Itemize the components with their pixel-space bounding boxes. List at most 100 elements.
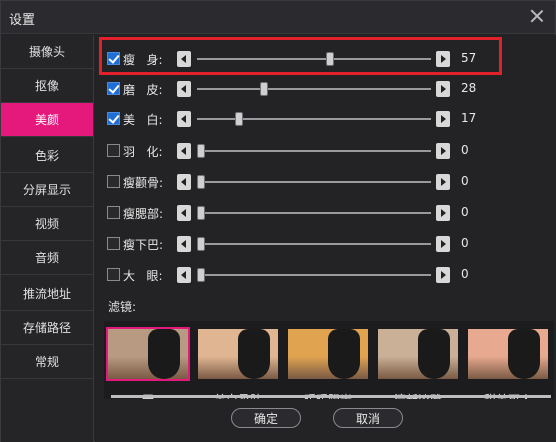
filter-preview-image bbox=[148, 329, 180, 379]
close-icon[interactable] bbox=[529, 8, 545, 24]
sidebar-item-audio[interactable]: 音频 bbox=[1, 241, 93, 275]
sidebar-item-label: 推流地址 bbox=[22, 287, 71, 301]
slider-decrease-arrow-icon[interactable] bbox=[177, 236, 191, 252]
sidebar-item-label: 视频 bbox=[34, 217, 59, 231]
slider-thumb[interactable] bbox=[235, 112, 244, 126]
filter-item[interactable]: 甜美可人 bbox=[468, 329, 548, 399]
slider-thumb[interactable] bbox=[197, 206, 205, 220]
slider-thumb[interactable] bbox=[197, 175, 205, 189]
slider-decrease-arrow-icon[interactable] bbox=[177, 81, 191, 97]
slider-increase-arrow-icon[interactable] bbox=[436, 267, 450, 283]
slider-row: 瘦下巴: 0 bbox=[107, 234, 547, 254]
slider-value: 0 bbox=[461, 143, 469, 157]
slim-jaw-checkbox[interactable] bbox=[107, 206, 120, 219]
slider-thumb[interactable] bbox=[197, 237, 205, 251]
sidebar-item-video[interactable]: 视频 bbox=[1, 207, 93, 241]
slider-track[interactable] bbox=[197, 212, 431, 214]
sidebar-item-label: 分屏显示 bbox=[22, 183, 71, 197]
cancel-button[interactable]: 取消 bbox=[333, 408, 403, 428]
slider-increase-arrow-icon[interactable] bbox=[436, 111, 450, 127]
slider-row: 瘦颧骨: 0 bbox=[107, 172, 547, 192]
slider-increase-arrow-icon[interactable] bbox=[436, 174, 450, 190]
sidebar-item-beauty[interactable]: 美颜 bbox=[1, 103, 93, 137]
slider-track[interactable] bbox=[197, 150, 431, 152]
slider-value: 0 bbox=[461, 267, 469, 281]
sidebar-item-keying[interactable]: 抠像 bbox=[1, 69, 93, 103]
sidebar-item-storage-path[interactable]: 存储路径 bbox=[1, 311, 93, 345]
sidebar-item-label: 摄像头 bbox=[28, 45, 65, 59]
slider-value: 0 bbox=[461, 174, 469, 188]
filter-thumbnail bbox=[468, 329, 548, 379]
settings-dialog: 设置 摄像头 抠像 美颜 色彩 分屏显示 视频 音频 推流地址 存储路径 常规 … bbox=[0, 0, 556, 442]
slider-thumb[interactable] bbox=[197, 268, 205, 282]
sidebar-item-label: 存储路径 bbox=[22, 321, 71, 335]
slider-increase-arrow-icon[interactable] bbox=[436, 81, 450, 97]
window-title: 设置 bbox=[9, 13, 36, 28]
filter-thumbnail bbox=[108, 329, 188, 379]
slider-row: 羽 化: 0 bbox=[107, 141, 547, 161]
filter-preview-image bbox=[508, 329, 540, 379]
feather-checkbox[interactable] bbox=[107, 144, 120, 157]
slider-label: 磨 皮: bbox=[123, 83, 163, 97]
filter-thumbnail bbox=[198, 329, 278, 379]
filter-thumbnail bbox=[288, 329, 368, 379]
slider-row: 大 眼: 0 bbox=[107, 265, 547, 285]
slider-track[interactable] bbox=[197, 274, 431, 276]
sidebar: 摄像头 抠像 美颜 色彩 分屏显示 视频 音频 推流地址 存储路径 常规 bbox=[1, 35, 94, 442]
slider-increase-arrow-icon[interactable] bbox=[436, 205, 450, 221]
slider-decrease-arrow-icon[interactable] bbox=[177, 143, 191, 159]
slider-increase-arrow-icon[interactable] bbox=[436, 143, 450, 159]
sidebar-item-split-screen[interactable]: 分屏显示 bbox=[1, 173, 93, 207]
sidebar-item-stream-url[interactable]: 推流地址 bbox=[1, 277, 93, 311]
sidebar-item-label: 抠像 bbox=[34, 79, 59, 93]
sidebar-item-label: 常规 bbox=[34, 355, 59, 369]
slider-decrease-arrow-icon[interactable] bbox=[177, 205, 191, 221]
slim-cheekbone-checkbox[interactable] bbox=[107, 175, 120, 188]
slider-track[interactable] bbox=[197, 88, 431, 90]
filter-item[interactable]: 无 bbox=[106, 327, 190, 399]
slider-track[interactable] bbox=[197, 118, 431, 120]
slim-chin-checkbox[interactable] bbox=[107, 237, 120, 250]
slider-label: 瘦腮部: bbox=[123, 207, 164, 221]
filter-item[interactable]: 美白柔肤 bbox=[198, 329, 278, 399]
title-bar: 设置 bbox=[1, 1, 555, 34]
filter-item[interactable]: 暖暖阳光 bbox=[288, 329, 368, 399]
sidebar-item-label: 色彩 bbox=[34, 149, 59, 163]
slider-track[interactable] bbox=[197, 181, 431, 183]
filter-item[interactable]: 清新淡雅 bbox=[378, 329, 458, 399]
filters-label: 滤镜: bbox=[108, 300, 137, 314]
annotation-highlight-box bbox=[99, 37, 502, 75]
big-eyes-checkbox[interactable] bbox=[107, 268, 120, 281]
slider-row: 磨 皮: 28 bbox=[107, 79, 547, 99]
slider-decrease-arrow-icon[interactable] bbox=[177, 174, 191, 190]
slider-value: 28 bbox=[461, 81, 477, 95]
slider-decrease-arrow-icon[interactable] bbox=[177, 267, 191, 283]
filter-strip: 无 美白柔肤 暖暖阳光 清新淡雅 甜美可人 bbox=[104, 321, 554, 399]
slider-value: 0 bbox=[461, 205, 469, 219]
slider-track[interactable] bbox=[197, 243, 431, 245]
filter-preview-image bbox=[328, 329, 360, 379]
slider-thumb[interactable] bbox=[197, 144, 205, 158]
filter-preview-image bbox=[418, 329, 450, 379]
slider-value: 17 bbox=[461, 111, 477, 125]
slider-label: 瘦下巴: bbox=[123, 238, 164, 252]
slider-decrease-arrow-icon[interactable] bbox=[177, 111, 191, 127]
sidebar-item-general[interactable]: 常规 bbox=[1, 345, 93, 379]
smooth-skin-checkbox[interactable] bbox=[107, 82, 120, 95]
sidebar-item-label: 音频 bbox=[34, 251, 59, 265]
sidebar-item-camera[interactable]: 摄像头 bbox=[1, 35, 93, 69]
slider-row: 美 白: 17 bbox=[107, 109, 547, 129]
whiten-checkbox[interactable] bbox=[107, 112, 120, 125]
sidebar-item-label: 美颜 bbox=[34, 113, 59, 127]
sidebar-item-color[interactable]: 色彩 bbox=[1, 139, 93, 173]
filter-preview-image bbox=[238, 329, 270, 379]
filter-thumbnail bbox=[378, 329, 458, 379]
slider-thumb[interactable] bbox=[260, 82, 269, 96]
slider-increase-arrow-icon[interactable] bbox=[436, 236, 450, 252]
slider-row: 瘦腮部: 0 bbox=[107, 203, 547, 223]
ok-button[interactable]: 确定 bbox=[231, 408, 301, 428]
slider-label: 美 白: bbox=[123, 113, 163, 127]
slider-label: 瘦颧骨: bbox=[123, 176, 164, 190]
filter-scrollbar[interactable] bbox=[111, 395, 551, 398]
slider-label: 羽 化: bbox=[123, 145, 163, 159]
